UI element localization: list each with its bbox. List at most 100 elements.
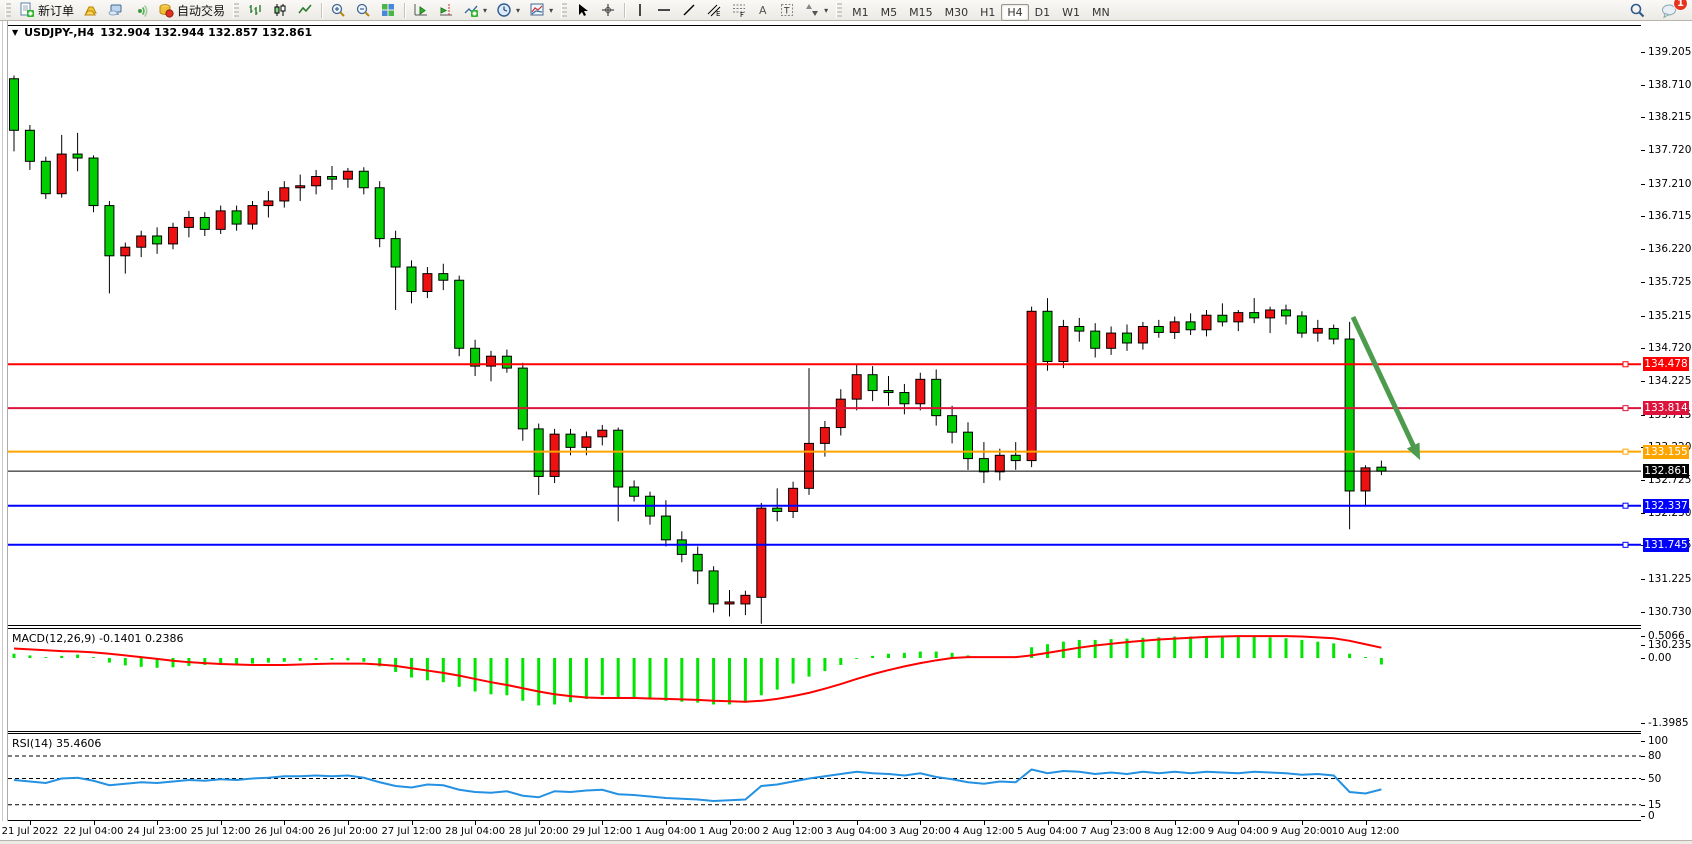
new-order-button[interactable]: 新订单 (15, 0, 78, 20)
auto-scroll-button[interactable] (409, 0, 433, 20)
price-tick (1641, 381, 1645, 382)
toolbar: 新订单 自动交易 (0, 0, 1692, 21)
price-axis[interactable]: 139.205138.710138.215137.720137.210136.7… (1641, 21, 1692, 844)
candle (1297, 311, 1306, 337)
timeframe-h1[interactable]: H1 (974, 4, 1001, 21)
price-tick (1641, 348, 1645, 349)
timeframe-d1[interactable]: D1 (1029, 4, 1056, 21)
chat-button[interactable]: 1 (1656, 0, 1682, 20)
arrows-button[interactable]: ▾ (800, 0, 832, 20)
date-tick (221, 821, 222, 825)
toolbar-grip[interactable] (233, 3, 239, 18)
tile-windows-button[interactable] (376, 0, 400, 20)
crosshair-button[interactable] (596, 0, 620, 20)
horizontal-line-button[interactable] (652, 0, 676, 20)
candle (1043, 298, 1052, 371)
main-chart-pane[interactable] (8, 25, 1641, 625)
chart-bars-button[interactable] (243, 0, 267, 20)
hline-handle[interactable] (1623, 362, 1628, 367)
timeframe-m15[interactable]: M15 (903, 4, 939, 21)
rsi-tick (1641, 741, 1645, 742)
date-label: 24 Jul 23:00 (127, 826, 187, 837)
candle (868, 366, 877, 401)
price-tick (1641, 52, 1645, 53)
periods-button[interactable]: ▾ (492, 0, 524, 20)
candle (1345, 322, 1354, 529)
indicators-icon (463, 2, 479, 18)
candle (884, 376, 893, 406)
rsi-pane[interactable] (8, 734, 1641, 820)
cursor-button[interactable] (571, 0, 595, 20)
macd-tick (1641, 658, 1645, 659)
rsi-tick-label: 80 (1648, 750, 1661, 762)
toolbar-grip[interactable] (5, 3, 11, 18)
hline-handle[interactable] (1623, 449, 1628, 454)
candle (534, 424, 543, 495)
equidistant-channel-button[interactable]: E (702, 0, 726, 20)
toolbar-grip[interactable] (561, 3, 567, 18)
templates-button[interactable]: ▾ (525, 0, 557, 20)
timeframe-w1[interactable]: W1 (1056, 4, 1086, 21)
candle (73, 133, 82, 171)
chart-window: ▼ USDJPY-,H4 132.904 132.944 132.857 132… (0, 21, 1692, 844)
hline-handle[interactable] (1623, 503, 1628, 508)
navigator-button[interactable] (104, 0, 128, 20)
candle (502, 350, 511, 373)
timeframe-m1[interactable]: M1 (846, 4, 875, 21)
text-label-button[interactable]: T (775, 0, 799, 20)
macd-pane[interactable] (8, 629, 1641, 731)
signals-button[interactable] (129, 0, 153, 20)
candle (184, 211, 193, 237)
price-tick (1641, 117, 1645, 118)
timeframe-mn[interactable]: MN (1086, 4, 1116, 21)
text-button[interactable]: A (752, 0, 774, 20)
timeframe-m5[interactable]: M5 (875, 4, 904, 21)
candle (296, 175, 305, 201)
trend-arrow-line[interactable] (1353, 317, 1415, 449)
candle (646, 492, 655, 525)
date-tick (157, 821, 158, 825)
candle (995, 449, 1004, 481)
notification-badge: 1 (1673, 0, 1688, 11)
chart-line-button[interactable] (293, 0, 317, 20)
chart-candles-button[interactable] (268, 0, 292, 20)
pane-separator[interactable] (8, 625, 1641, 626)
timeframe-m30[interactable]: M30 (939, 4, 975, 21)
price-tick (1641, 480, 1645, 481)
date-tick (412, 821, 413, 825)
gold-bars-icon (83, 2, 99, 18)
price-tick (1641, 249, 1645, 250)
fibonacci-button[interactable]: F (727, 0, 751, 20)
date-label: 8 Aug 12:00 (1144, 826, 1205, 837)
price-tick-label: 136.715 (1648, 210, 1691, 222)
indicators-button[interactable]: ▾ (459, 0, 491, 20)
candle (693, 546, 702, 584)
timeframe-h4[interactable]: H4 (1001, 4, 1028, 21)
price-tick (1641, 513, 1645, 514)
candle (852, 364, 861, 410)
chart-title-row[interactable]: ▼ USDJPY-,H4 132.904 132.944 132.857 132… (12, 26, 312, 39)
toolbar-grip[interactable] (836, 3, 842, 18)
dropdown-caret: ▾ (483, 6, 487, 15)
date-tick (984, 821, 985, 825)
trendline-button[interactable] (677, 0, 701, 20)
arrows-shapes-icon (804, 2, 820, 18)
price-tick-label: 135.215 (1648, 310, 1691, 322)
date-label: 7 Aug 23:00 (1081, 826, 1142, 837)
hline-handle[interactable] (1623, 542, 1628, 547)
zoom-out-button[interactable] (351, 0, 375, 20)
pane-separator[interactable] (8, 731, 1641, 732)
candle (10, 75, 19, 151)
zoom-in-button[interactable] (326, 0, 350, 20)
candle (280, 181, 289, 207)
rsi-tick (1641, 805, 1645, 806)
chart-shift-button[interactable] (434, 0, 458, 20)
market-watch-button[interactable] (79, 0, 103, 20)
search-button[interactable] (1625, 0, 1650, 20)
svg-text:T: T (783, 7, 790, 17)
vertical-line-button[interactable] (629, 0, 651, 20)
date-label: 4 Aug 12:00 (953, 826, 1014, 837)
chart-menu-caret-icon[interactable]: ▼ (12, 28, 18, 37)
autotrading-button[interactable]: 自动交易 (154, 0, 229, 20)
hline-handle[interactable] (1623, 406, 1628, 411)
